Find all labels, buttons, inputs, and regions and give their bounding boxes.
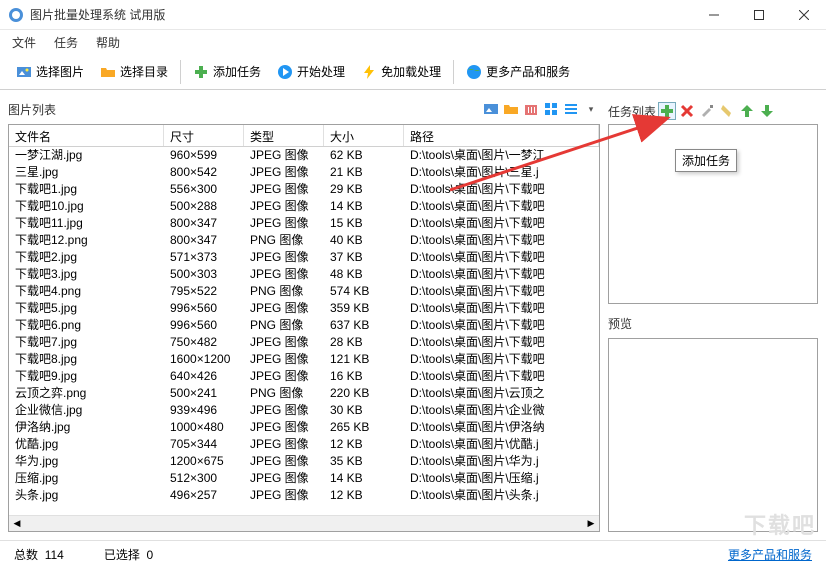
menu-file[interactable]: 文件	[12, 34, 36, 51]
remove-icon[interactable]	[522, 100, 540, 118]
plus-icon	[193, 64, 209, 80]
task-delete-button[interactable]	[678, 102, 696, 120]
add-task-label: 添加任务	[213, 63, 261, 80]
app-icon	[8, 7, 24, 23]
select-image-button[interactable]: 选择图片	[10, 60, 90, 83]
play-icon	[277, 64, 293, 80]
table-row[interactable]: 华为.jpg1200×675JPEG 图像35 KBD:\tools\桌面\图片…	[9, 453, 599, 470]
main-area: 图片列表 ▾ 文件名 尺寸 类型 大小 路径 一梦江湖.jpg960×599JP…	[0, 90, 826, 540]
task-clear-button[interactable]	[718, 102, 736, 120]
table-row[interactable]: 下载吧3.jpg500×303JPEG 图像48 KBD:\tools\桌面\图…	[9, 266, 599, 283]
list-body[interactable]: 一梦江湖.jpg960×599JPEG 图像62 KBD:\tools\桌面\图…	[9, 147, 599, 515]
status-total: 总数 114	[14, 546, 64, 563]
free-load-label: 免加载处理	[381, 63, 441, 80]
table-row[interactable]: 下载吧7.jpg750×482JPEG 图像28 KBD:\tools\桌面\图…	[9, 334, 599, 351]
view-icon[interactable]	[542, 100, 560, 118]
image-list-title: 图片列表	[8, 101, 56, 118]
select-dir-label: 选择目录	[120, 63, 168, 80]
table-row[interactable]: 下载吧1.jpg556×300JPEG 图像29 KBD:\tools\桌面\图…	[9, 181, 599, 198]
task-list-title: 任务列表	[608, 103, 656, 120]
folder-add-icon[interactable]	[502, 100, 520, 118]
image-list-toolbar: ▾	[482, 100, 600, 118]
table-row[interactable]: 一梦江湖.jpg960×599JPEG 图像62 KBD:\tools\桌面\图…	[9, 147, 599, 164]
separator	[180, 60, 181, 84]
scroll-track[interactable]	[25, 516, 583, 531]
status-selected: 已选择 0	[104, 546, 153, 563]
bolt-icon	[361, 64, 377, 80]
more-label: 更多产品和服务	[486, 63, 570, 80]
image-add-icon[interactable]	[482, 100, 500, 118]
add-task-tooltip: 添加任务	[675, 149, 737, 172]
table-row[interactable]: 下载吧2.jpg571×373JPEG 图像37 KBD:\tools\桌面\图…	[9, 249, 599, 266]
image-icon	[16, 64, 32, 80]
close-button[interactable]	[781, 0, 826, 30]
minimize-button[interactable]	[691, 0, 736, 30]
window-title: 图片批量处理系统 试用版	[30, 6, 691, 23]
table-row[interactable]: 下载吧10.jpg500×288JPEG 图像14 KBD:\tools\桌面\…	[9, 198, 599, 215]
toolbar: 选择图片 选择目录 添加任务 开始处理 免加载处理 更多产品和服务	[0, 54, 826, 90]
preview-title: 预览	[608, 315, 632, 332]
col-dim[interactable]: 尺寸	[164, 125, 244, 146]
task-up-button[interactable]	[738, 102, 756, 120]
scroll-right-icon[interactable]: ▶	[583, 516, 599, 531]
table-row[interactable]: 下载吧6.png996×560PNG 图像637 KBD:\tools\桌面\图…	[9, 317, 599, 334]
titlebar: 图片批量处理系统 试用版	[0, 0, 826, 30]
separator	[453, 60, 454, 84]
task-down-button[interactable]	[758, 102, 776, 120]
h-scrollbar[interactable]: ◀ ▶	[9, 515, 599, 531]
scroll-left-icon[interactable]: ◀	[9, 516, 25, 531]
image-list: 文件名 尺寸 类型 大小 路径 一梦江湖.jpg960×599JPEG 图像62…	[8, 124, 600, 532]
more-products-link[interactable]: 更多产品和服务	[728, 546, 812, 563]
table-row[interactable]: 伊洛纳.jpg1000×480JPEG 图像265 KBD:\tools\桌面\…	[9, 419, 599, 436]
add-task-button[interactable]: 添加任务	[187, 60, 267, 83]
table-row[interactable]: 头条.jpg496×257JPEG 图像12 KBD:\tools\桌面\图片\…	[9, 487, 599, 504]
statusbar: 总数 114 已选择 0 更多产品和服务	[0, 540, 826, 568]
maximize-button[interactable]	[736, 0, 781, 30]
right-panel: 任务列表 添加任务 预览	[608, 98, 818, 532]
task-add-button[interactable]	[658, 102, 676, 120]
task-list[interactable]: 添加任务	[608, 124, 818, 304]
menubar: 文件 任务 帮助	[0, 30, 826, 54]
more-button[interactable]: 更多产品和服务	[460, 60, 576, 83]
left-panel: 图片列表 ▾ 文件名 尺寸 类型 大小 路径 一梦江湖.jpg960×599JP…	[8, 98, 600, 532]
table-row[interactable]: 三星.jpg800×542JPEG 图像21 KBD:\tools\桌面\图片\…	[9, 164, 599, 181]
task-config-button[interactable]	[698, 102, 716, 120]
col-name[interactable]: 文件名	[9, 125, 164, 146]
preview-box	[608, 338, 818, 532]
task-header: 任务列表	[608, 98, 818, 124]
select-dir-button[interactable]: 选择目录	[94, 60, 174, 83]
table-row[interactable]: 压缩.jpg512×300JPEG 图像14 KBD:\tools\桌面\图片\…	[9, 470, 599, 487]
free-load-button[interactable]: 免加载处理	[355, 60, 447, 83]
table-row[interactable]: 下载吧11.jpg800×347JPEG 图像15 KBD:\tools\桌面\…	[9, 215, 599, 232]
table-row[interactable]: 云顶之弈.png500×241PNG 图像220 KBD:\tools\桌面\图…	[9, 385, 599, 402]
select-image-label: 选择图片	[36, 63, 84, 80]
table-row[interactable]: 下载吧12.png800×347PNG 图像40 KBD:\tools\桌面\图…	[9, 232, 599, 249]
folder-icon	[100, 64, 116, 80]
table-row[interactable]: 优酷.jpg705×344JPEG 图像12 KBD:\tools\桌面\图片\…	[9, 436, 599, 453]
list-header: 文件名 尺寸 类型 大小 路径	[9, 125, 599, 147]
menu-help[interactable]: 帮助	[96, 34, 120, 51]
col-type[interactable]: 类型	[244, 125, 324, 146]
globe-icon	[466, 64, 482, 80]
start-label: 开始处理	[297, 63, 345, 80]
menu-task[interactable]: 任务	[54, 34, 78, 51]
list-icon[interactable]	[562, 100, 580, 118]
table-row[interactable]: 下载吧8.jpg1600×1200JPEG 图像121 KBD:\tools\桌…	[9, 351, 599, 368]
table-row[interactable]: 企业微信.jpg939×496JPEG 图像30 KBD:\tools\桌面\图…	[9, 402, 599, 419]
start-button[interactable]: 开始处理	[271, 60, 351, 83]
table-row[interactable]: 下载吧5.jpg996×560JPEG 图像359 KBD:\tools\桌面\…	[9, 300, 599, 317]
dropdown-icon[interactable]: ▾	[582, 100, 600, 118]
col-size[interactable]: 大小	[324, 125, 404, 146]
col-path[interactable]: 路径	[404, 125, 599, 146]
table-row[interactable]: 下载吧4.png795×522PNG 图像574 KBD:\tools\桌面\图…	[9, 283, 599, 300]
table-row[interactable]: 下载吧9.jpg640×426JPEG 图像16 KBD:\tools\桌面\图…	[9, 368, 599, 385]
